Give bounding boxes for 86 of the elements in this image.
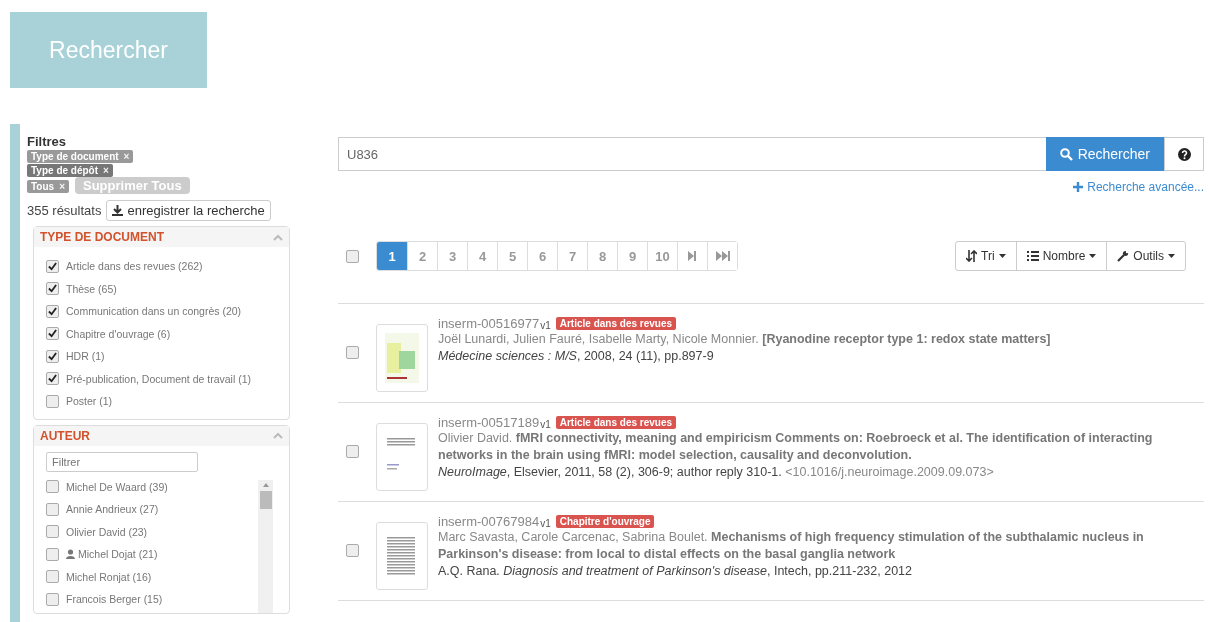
checkbox[interactable] xyxy=(346,445,359,458)
caret-icon xyxy=(1168,254,1175,258)
document-thumbnail xyxy=(376,324,428,392)
document-type-label: Article dans des revues xyxy=(555,317,677,330)
list-icon xyxy=(1026,251,1039,261)
facet-option[interactable]: Chapitre d'ouvrage (6) xyxy=(66,327,171,340)
facet-title: AUTEUR xyxy=(40,428,90,443)
result-citation: Médecine sciences : M/S, 2008, 24 (11), pp.897-9 xyxy=(438,348,715,365)
toolbar-dropdown[interactable]: Tri xyxy=(955,241,1017,271)
checkbox[interactable] xyxy=(46,592,59,606)
facet-option[interactable]: Michel Ronjat (16) xyxy=(66,570,152,583)
checkbox[interactable] xyxy=(346,544,359,557)
checkbox[interactable] xyxy=(46,282,59,296)
checkbox[interactable] xyxy=(46,547,59,561)
page-button[interactable] xyxy=(707,242,737,270)
wrench-icon xyxy=(1117,250,1130,262)
version-label: v1 xyxy=(540,319,551,331)
document-type-label: Chapitre d'ouvrage xyxy=(555,515,655,528)
chevron-icon[interactable] xyxy=(273,233,283,241)
search-icon xyxy=(1059,147,1073,161)
document-id[interactable]: inserm-00517189 xyxy=(438,415,540,430)
filters-title: Filtres xyxy=(27,134,67,149)
person-icon xyxy=(66,549,75,560)
document-thumbnail xyxy=(376,522,428,590)
filter-tag[interactable]: Type de dépôt × xyxy=(27,164,113,177)
facet-option[interactable]: Thèse (65) xyxy=(66,282,117,295)
facet-option[interactable]: Michel De Waard (39) xyxy=(66,480,168,493)
help-button[interactable] xyxy=(1164,137,1204,171)
checkbox[interactable] xyxy=(46,327,59,341)
caret-icon xyxy=(1089,254,1097,258)
scroll-thumb[interactable] xyxy=(259,490,272,509)
chevron-icon[interactable] xyxy=(273,432,283,439)
version-label: v1 xyxy=(540,517,551,529)
plus-icon xyxy=(1073,182,1084,192)
checkbox[interactable] xyxy=(46,349,59,363)
page-title: Rechercher xyxy=(10,12,207,88)
checkbox[interactable] xyxy=(46,304,59,318)
checkbox[interactable] xyxy=(46,259,59,273)
filter-field[interactable]: Filtrer xyxy=(46,451,198,472)
checkbox[interactable] xyxy=(46,372,59,386)
document-id[interactable]: inserm-00516977 xyxy=(438,316,540,331)
toolbar-dropdown[interactable]: Outils xyxy=(1106,241,1186,271)
checkbox[interactable] xyxy=(46,394,59,408)
facet-option[interactable]: HDR (1) xyxy=(66,350,105,363)
scrollbar[interactable] xyxy=(258,479,273,613)
result-title: Marc Savasta, Carole Carcenac, Sabrina Boulet. Mechanisms of high frequency stimulation of the subthalamic nucleus in Parkinson's disease: from local to distal effects on the basal ganglia network xyxy=(438,529,1145,563)
next-page-icon xyxy=(688,251,697,261)
search-field[interactable]: U836 xyxy=(338,137,1046,171)
advanced-search-link[interactable]: Recherche avancée... xyxy=(1073,180,1204,194)
sort-icon xyxy=(966,250,978,262)
search-button[interactable]: Rechercher xyxy=(1045,137,1164,171)
checkbox[interactable] xyxy=(46,570,59,584)
facet-option[interactable]: Annie Andrieux (27) xyxy=(66,503,159,516)
result-title: Olivier David. fMRI connectivity, meaning and empiricism Comments on: Roebroeck et al. The identification of interacting networks in the brain using fMRI: model selection, causality and deconvolution. xyxy=(438,430,1154,464)
select-all-checkbox[interactable] xyxy=(346,249,359,263)
last-page-icon xyxy=(715,251,730,261)
caret-icon xyxy=(998,254,1006,258)
result-citation: NeuroImage, Elsevier, 2011, 58 (2), 306-9; author reply 310-1. <10.1016/j.neuroimage.2009.09.073> xyxy=(438,464,995,481)
facet-option[interactable]: Poster (1) xyxy=(66,395,113,408)
filter-tag[interactable]: Tous × xyxy=(27,179,69,193)
page-button[interactable]: 1 xyxy=(377,242,407,270)
facet-option[interactable]: Pré-publication, Document de travail (1) xyxy=(66,372,252,385)
facet-title: TYPE DE DOCUMENT xyxy=(40,230,164,244)
result-citation: A.Q. Rana. Diagnosis and treatment of Parkinson's disease, Intech, pp.211-232, 2012 xyxy=(438,563,913,580)
checkbox[interactable] xyxy=(46,480,59,494)
download-icon xyxy=(112,205,124,216)
result-count: 355 résultats xyxy=(27,203,102,218)
scroll-up-icon[interactable] xyxy=(262,482,269,487)
toolbar-dropdown[interactable]: Nombre xyxy=(1015,241,1108,271)
checkbox[interactable] xyxy=(46,502,59,516)
document-thumbnail xyxy=(376,423,428,491)
document-type-label: Article dans des revues xyxy=(555,416,677,429)
checkbox[interactable] xyxy=(346,346,359,359)
facet-option[interactable]: Communication dans un congrès (20) xyxy=(66,305,242,318)
checkbox[interactable] xyxy=(46,525,59,539)
version-label: v1 xyxy=(540,418,551,430)
result-title: Joël Lunardi, Julien Fauré, Isabelle Marty, Nicole Monnier. [Ryanodine receptor type 1: redox state matters] xyxy=(438,331,1052,348)
facet-option[interactable]: Francois Berger (15) xyxy=(66,593,163,606)
facet-option[interactable]: Article dans des revues (262) xyxy=(66,260,203,273)
facet-option[interactable]: Olivier David (23) xyxy=(66,525,148,538)
facet-option[interactable]: Michel Dojat (21) xyxy=(78,548,158,561)
save-search-button[interactable]: enregistrer la recherche xyxy=(106,200,271,221)
filter-tag[interactable]: Type de document × xyxy=(27,150,134,163)
help-icon xyxy=(1177,147,1191,161)
doi-link[interactable]: <10.1016/j.neuroimage.2009.09.073> xyxy=(785,465,994,479)
document-id[interactable]: inserm-00767984 xyxy=(438,514,540,529)
